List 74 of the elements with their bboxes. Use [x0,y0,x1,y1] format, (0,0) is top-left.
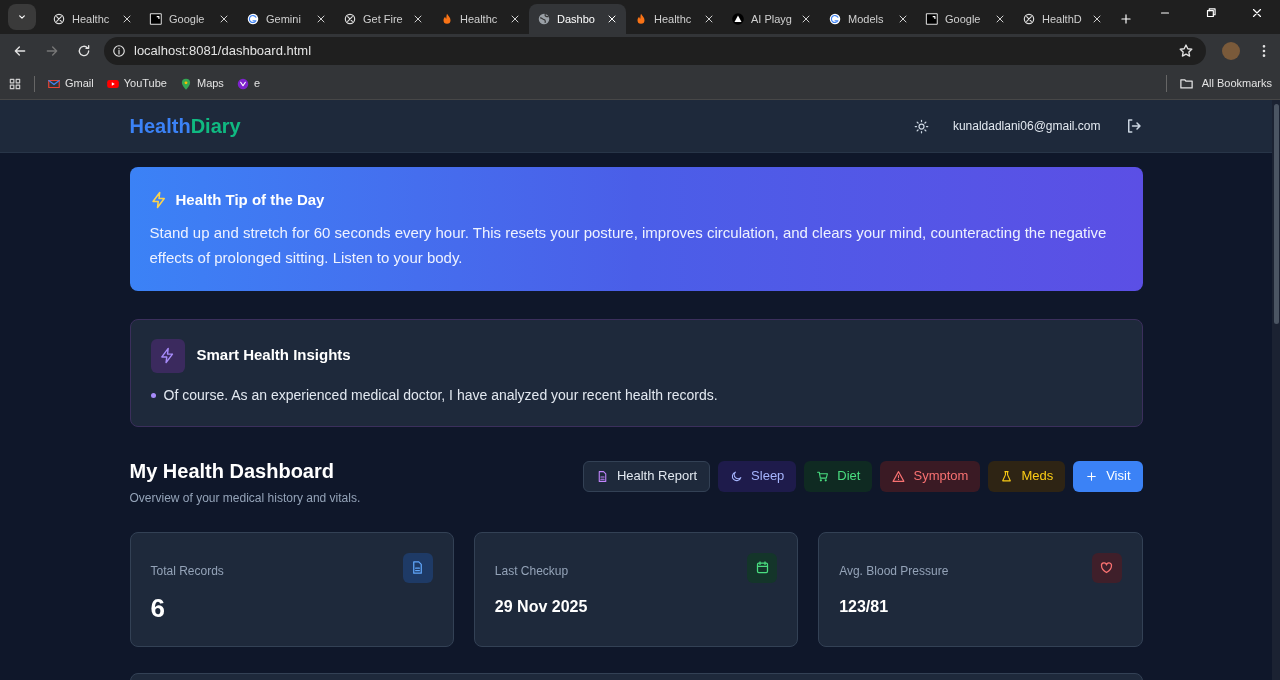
globe-icon [537,12,551,26]
bookmark-link[interactable]: Maps [178,75,224,92]
insight-text: Of course. As an experienced medical doctor, I have analyzed your recent health records. [163,385,718,405]
stat-label: Last Checkup [494,562,569,580]
close-icon[interactable] [994,13,1006,25]
browser-tab[interactable]: Healthc [44,4,141,34]
tip-text: Stand up and stretch for 60 seconds every hour. This resets your posture, improves circulation, and clears your mind, counteracting the negative effects of prolonged sitting. Listen to your body. [149,222,1108,268]
close-icon[interactable] [897,13,909,25]
lightning-icon [159,347,176,364]
reload-icon[interactable] [76,43,92,59]
action-button[interactable]: Meds [988,460,1066,492]
g-letter-icon [828,12,842,26]
browser-tab[interactable]: Dashbo [529,4,626,34]
folder-icon [1178,76,1194,91]
heart-icon [1099,560,1114,575]
bookmark-link[interactable]: Gmail [47,75,94,92]
stat-label: Avg. Blood Pressure [839,562,949,580]
close-icon[interactable] [703,13,715,25]
bookmark-link[interactable]: e [235,75,260,92]
bookmark-link[interactable]: YouTube [105,75,167,92]
close-icon[interactable] [121,13,133,25]
star-icon[interactable] [1178,43,1194,59]
browser-tab[interactable]: Get Fire [335,4,432,34]
stat-value: 29 Nov 2025 [494,596,589,617]
back-icon[interactable] [12,43,28,59]
calendar-icon [754,560,770,575]
warning-icon [892,469,906,483]
dashboard-subtitle: Overview of your medical history and vitals. [129,489,361,507]
action-button[interactable]: Symptom [880,460,981,492]
tab-search-icon[interactable] [8,4,36,30]
plus-icon [1085,469,1099,483]
close-icon[interactable] [315,13,327,25]
moon-icon [730,469,744,483]
stat-value: 123/81 [839,596,890,617]
badge-icon [235,76,250,91]
action-button[interactable]: Diet [804,460,873,492]
stat-value: 6 [150,591,166,625]
cart-icon [816,469,830,483]
browser-tab[interactable]: Google [141,4,238,34]
sun-icon[interactable] [913,118,929,134]
stat-label: Total Records [150,562,224,580]
add-visit-button[interactable]: Visit [1073,460,1143,492]
user-email: kunaldadlani06@gmail.com [952,118,1101,135]
close-icon[interactable] [1091,13,1103,25]
action-button[interactable]: Sleep [718,460,797,492]
address-bar[interactable]: localhost:8081/dashboard.html [104,37,1206,65]
close-icon[interactable] [412,13,424,25]
close-icon[interactable] [606,13,618,25]
apps-grid-icon[interactable] [8,76,22,91]
new-tab-icon[interactable] [1119,12,1133,26]
browser-tab[interactable]: Models [820,4,917,34]
brand-logo: HealthDiary [129,114,241,139]
insights-title: Smart Health Insights [196,345,351,366]
flask-icon [1000,469,1014,483]
g-letter-icon [246,12,260,26]
browser-tab[interactable]: AI Playg [723,4,820,34]
browser-tab[interactable]: Healthc [626,4,723,34]
browser-tab[interactable]: Gemini [238,4,335,34]
close-icon[interactable] [218,13,230,25]
square-icon [149,12,163,26]
square-icon [925,12,939,26]
forward-icon [44,43,60,59]
dashboard-title: My Health Dashboard [129,458,335,484]
tip-title: Health Tip of the Day [175,190,325,210]
all-bookmarks-button[interactable]: All Bookmarks [1165,75,1272,92]
browser-tab[interactable]: Google [917,4,1014,34]
close-icon[interactable] [800,13,812,25]
scrollbar-thumb[interactable] [1273,104,1279,324]
browser-tab[interactable]: HealthD [1014,4,1111,34]
lightning-icon [149,191,168,210]
action-button[interactable]: Health Report [582,460,711,492]
info-icon[interactable] [112,44,126,58]
close-icon[interactable] [509,13,521,25]
browser-tab[interactable]: Healthc [432,4,529,34]
